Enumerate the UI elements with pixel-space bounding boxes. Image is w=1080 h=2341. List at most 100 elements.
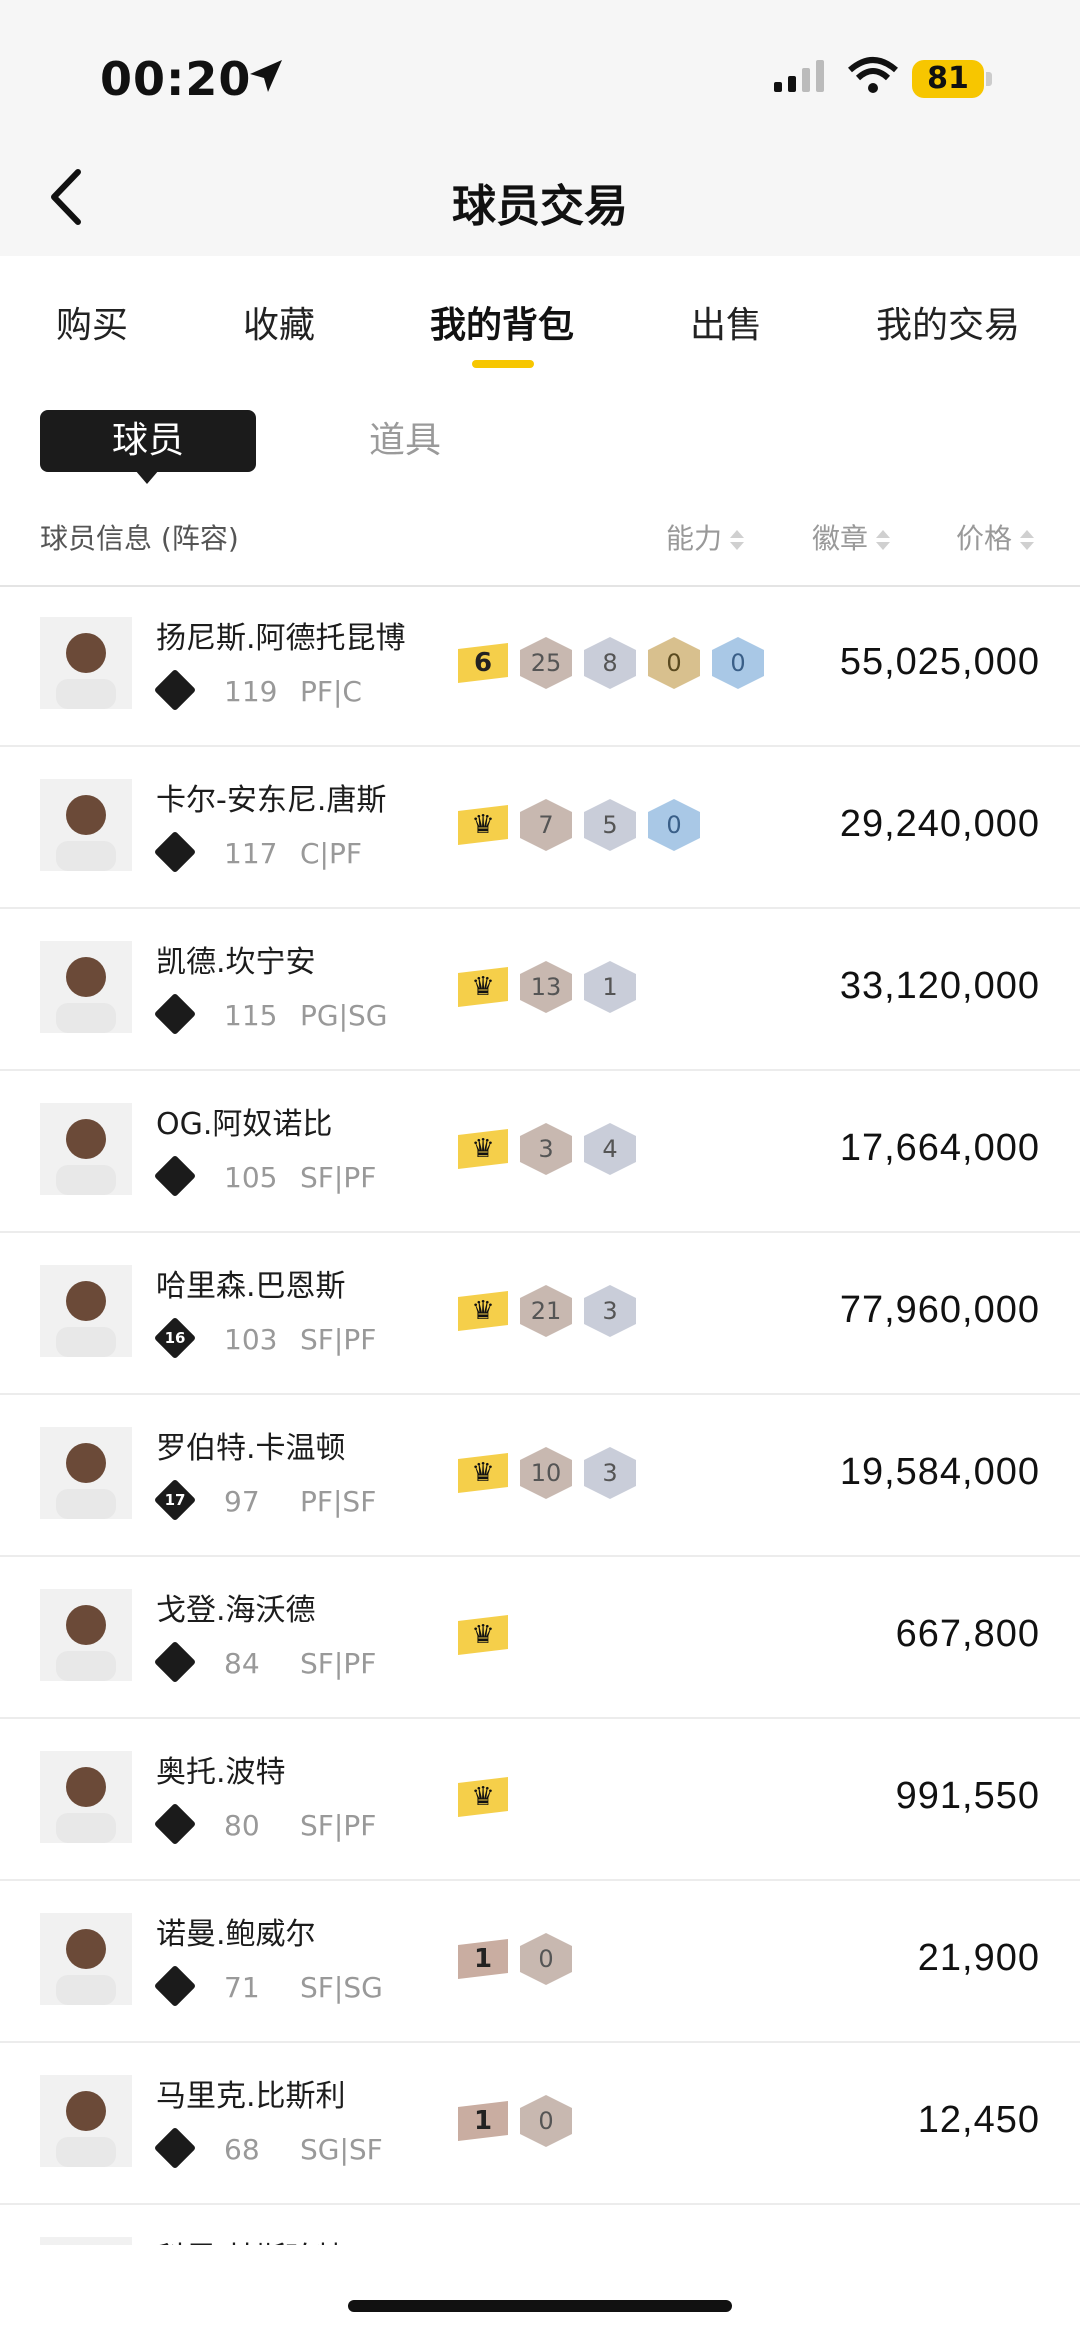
page-title: 球员交易	[452, 181, 628, 232]
badge-count: 7	[520, 799, 572, 851]
badge-count: 10	[520, 1447, 572, 1499]
player-name: 科里.基斯珀特	[156, 2233, 346, 2245]
rating-icon-label: 16	[164, 1329, 186, 1347]
player-avatar	[40, 1265, 132, 1357]
player-price: 55,025,000	[839, 641, 1040, 683]
badge-count: 0	[520, 2095, 572, 2147]
badge-group: ♛ 10 3	[458, 1447, 636, 1499]
rating-icon-label: 17	[164, 1491, 186, 1509]
player-position: SF|SG	[300, 1971, 383, 2004]
player-rating: 84	[224, 1647, 260, 1680]
home-indicator	[348, 2300, 732, 2312]
player-row[interactable]: 奥托.波特 80 SF|PF ♛ 991,550	[0, 1719, 1080, 1881]
player-rating: 115	[224, 999, 278, 1032]
player-list: 扬尼斯.阿德托昆博 119 PF|C 6 25 8 0 0 55,025,000 卡尔-安东尼.唐…	[0, 585, 1080, 2245]
badge-group: ♛ 21 3	[458, 1285, 636, 1337]
player-avatar	[40, 617, 132, 709]
badge-group: ♛ 3 4	[458, 1123, 636, 1175]
header-ability: 能力	[666, 522, 723, 555]
player-name: 奥托.波特	[156, 1755, 286, 1790]
player-avatar	[40, 2075, 132, 2167]
player-avatar	[40, 1103, 132, 1195]
player-row[interactable]: 戈登.海沃德 84 SF|PF ♛ 667,800	[0, 1557, 1080, 1719]
player-row[interactable]: 罗伯特.卡温顿 17 97 PF|SF ♛ 10 3 19,584,000	[0, 1395, 1080, 1557]
tier-badge: 1	[458, 2101, 508, 2141]
player-price: 991,550	[895, 1775, 1040, 1817]
badge-count: 8	[584, 637, 636, 689]
player-row[interactable]: 科里.基斯珀特	[0, 2205, 1080, 2245]
player-avatar	[40, 779, 132, 871]
badge-group: ♛	[458, 1609, 508, 1661]
tab-favorites[interactable]: 收藏	[243, 296, 315, 348]
player-row[interactable]: 凯德.坎宁安 115 PG|SG ♛ 13 1 33,120,000	[0, 909, 1080, 1071]
nav-bar: 球员交易	[0, 140, 1080, 256]
tab-sell[interactable]: 出售	[690, 296, 762, 348]
rating-icon-label	[160, 1971, 190, 2001]
rating-icon-label	[160, 2133, 190, 2163]
player-position: PF|SF	[300, 1485, 377, 1518]
badge-count: 5	[584, 799, 636, 851]
tier-crown-icon: ♛	[458, 967, 508, 1007]
tier-crown-icon: ♛	[458, 1129, 508, 1169]
player-row[interactable]: 诺曼.鲍威尔 71 SF|SG 1 0 21,900	[0, 1881, 1080, 2043]
sort-ability[interactable]: 能力	[666, 517, 745, 557]
sort-arrows-icon	[1020, 528, 1035, 552]
player-row[interactable]: 扬尼斯.阿德托昆博 119 PF|C 6 25 8 0 0 55,025,000	[0, 585, 1080, 747]
rating-icon: 17	[153, 1478, 197, 1522]
tab-my-backpack[interactable]: 我的背包	[430, 296, 574, 348]
badge-count: 3	[584, 1285, 636, 1337]
rating-icon-label	[160, 1161, 190, 1191]
badge-count: 3	[584, 1447, 636, 1499]
table-header: 球员信息 (阵容) 能力 徽章 价格	[0, 505, 1080, 587]
rating-icon-label	[160, 675, 190, 705]
player-name: 马里克.比斯利	[156, 2079, 346, 2114]
player-position: SG|SF	[300, 2133, 383, 2166]
sort-badges[interactable]: 徽章	[812, 517, 891, 557]
location-arrow-icon	[250, 60, 282, 92]
badge-group: ♛ 13 1	[458, 961, 636, 1013]
segment-players[interactable]: 球员	[40, 410, 256, 472]
tier-badge: 1	[458, 1939, 508, 1979]
wifi-icon	[848, 57, 898, 93]
header-player-info: 球员信息 (阵容)	[40, 522, 239, 555]
player-name: 罗伯特.卡温顿	[156, 1431, 346, 1466]
tab-buy[interactable]: 购买	[56, 296, 128, 348]
tier-badge: 6	[458, 643, 508, 683]
segment-items[interactable]: 道具	[340, 410, 470, 472]
sort-price[interactable]: 价格	[956, 517, 1035, 557]
rating-icon	[153, 830, 197, 874]
tier-crown-icon: ♛	[458, 1615, 508, 1655]
header-badges: 徽章	[812, 522, 869, 555]
player-row[interactable]: OG.阿奴诺比 105 SF|PF ♛ 3 4 17,664,000	[0, 1071, 1080, 1233]
tab-my-trades[interactable]: 我的交易	[876, 296, 1020, 348]
badge-count: 0	[520, 1933, 572, 1985]
rating-icon	[153, 1154, 197, 1198]
player-name: OG.阿奴诺比	[156, 1107, 333, 1142]
header-price: 价格	[956, 522, 1013, 555]
battery-icon: 81	[912, 60, 984, 98]
badge-group: ♛	[458, 1771, 508, 1823]
player-name: 凯德.坎宁安	[156, 945, 316, 980]
rating-icon-label	[160, 837, 190, 867]
player-position: SF|PF	[300, 1647, 377, 1680]
player-name: 诺曼.鲍威尔	[156, 1917, 316, 1952]
player-position: C|PF	[300, 837, 362, 870]
player-position: PG|SG	[300, 999, 388, 1032]
badge-group: 10	[458, 1933, 572, 1985]
player-price: 21,900	[917, 1937, 1040, 1979]
player-avatar	[40, 1913, 132, 2005]
signal-icon	[774, 60, 824, 92]
sort-arrows-icon	[876, 528, 891, 552]
segment-caret	[135, 470, 159, 484]
badge-count: 0	[648, 799, 700, 851]
player-rating: 105	[224, 1161, 278, 1194]
status-bar: 00:20 81	[0, 0, 1080, 140]
rating-icon	[153, 1964, 197, 2008]
badge-count: 25	[520, 637, 572, 689]
player-row[interactable]: 哈里森.巴恩斯 16 103 SF|PF ♛ 21 3 77,960,000	[0, 1233, 1080, 1395]
player-row[interactable]: 卡尔-安东尼.唐斯 117 C|PF ♛ 7 5 0 29,240,000	[0, 747, 1080, 909]
player-row[interactable]: 马里克.比斯利 68 SG|SF 1 0 12,450	[0, 2043, 1080, 2205]
tier-crown-icon: ♛	[458, 1777, 508, 1817]
player-avatar	[40, 1751, 132, 1843]
player-rating: 80	[224, 1809, 260, 1842]
